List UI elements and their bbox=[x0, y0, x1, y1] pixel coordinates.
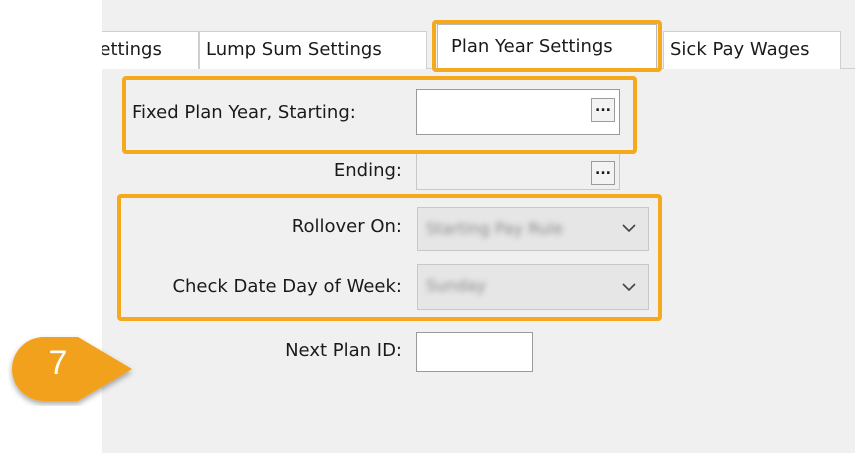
rollover-on-select[interactable]: Starting Pay Rule bbox=[417, 207, 649, 251]
tab-sick-pay-wages[interactable]: Sick Pay Wages bbox=[663, 31, 841, 69]
check-date-day-select[interactable]: Sunday bbox=[417, 264, 649, 310]
next-plan-id-field[interactable] bbox=[416, 332, 533, 372]
check-date-day-label: Check Date Day of Week: bbox=[172, 276, 402, 297]
check-date-day-value: Sunday bbox=[426, 276, 486, 295]
tab-settings[interactable]: Settings bbox=[102, 31, 199, 69]
tab-plan-year-settings[interactable]: Plan Year Settings bbox=[437, 24, 657, 70]
ending-field[interactable]: ... bbox=[416, 150, 620, 190]
rollover-on-value: Starting Pay Rule bbox=[426, 219, 564, 238]
ending-label: Ending: bbox=[333, 160, 402, 181]
next-plan-id-label: Next Plan ID: bbox=[285, 340, 402, 361]
step-number: 7 bbox=[48, 344, 68, 382]
ending-picker-button[interactable]: ... bbox=[591, 161, 615, 185]
fixed-plan-year-label: Fixed Plan Year, Starting: bbox=[132, 102, 356, 123]
rollover-on-label: Rollover On: bbox=[291, 216, 402, 237]
fixed-plan-year-picker-button[interactable]: ... bbox=[591, 98, 615, 122]
chevron-down-icon bbox=[622, 283, 636, 292]
tab-lump-sum-settings[interactable]: Lump Sum Settings bbox=[199, 31, 427, 69]
chevron-down-icon bbox=[622, 224, 636, 233]
fixed-plan-year-field[interactable]: ... bbox=[416, 89, 620, 135]
